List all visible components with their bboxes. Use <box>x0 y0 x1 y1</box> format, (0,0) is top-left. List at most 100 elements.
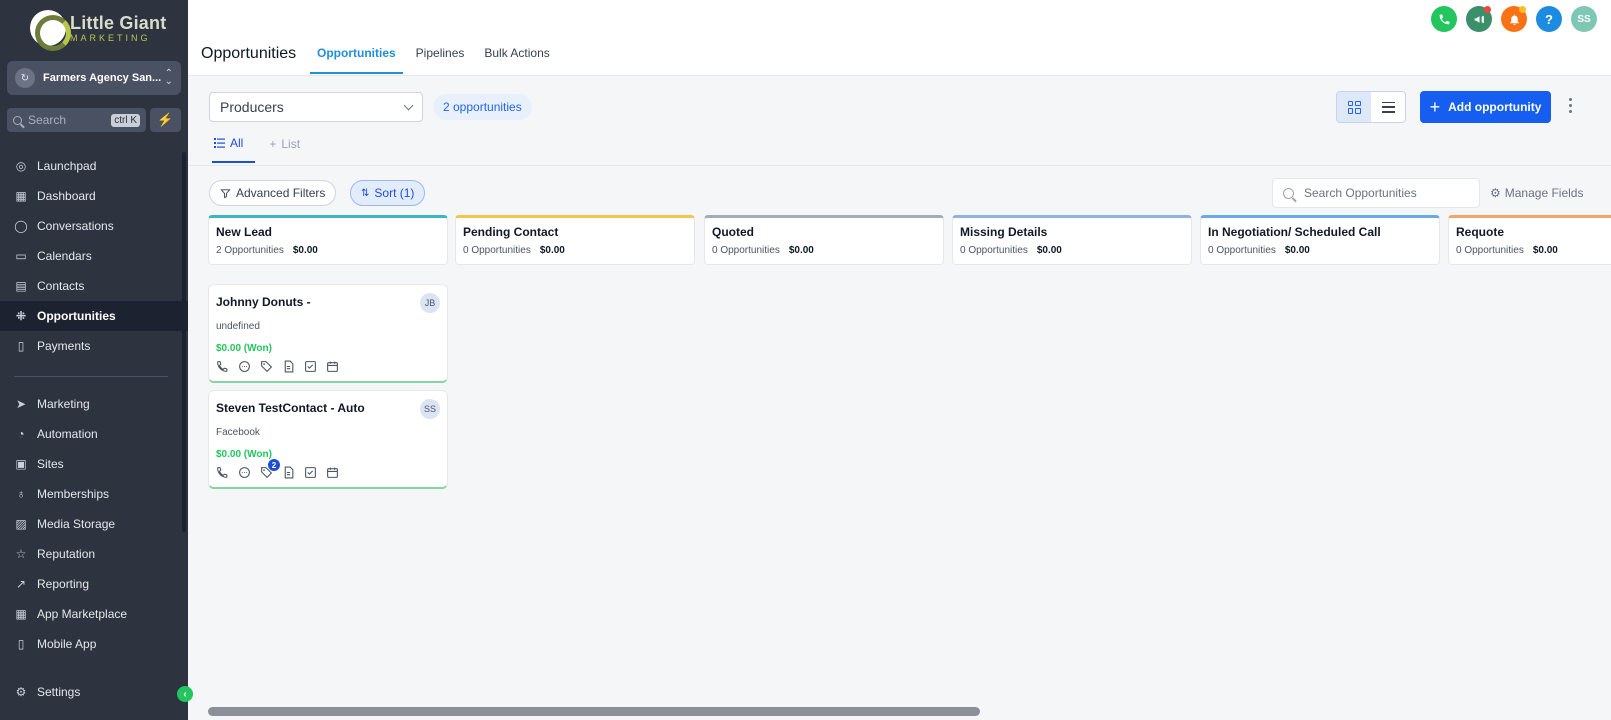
sidebar-item-dashboard[interactable]: ▦ Dashboard <box>0 181 188 211</box>
announcements-button[interactable] <box>1466 6 1492 32</box>
sidebar-item-memberships[interactable]: ♁ Memberships <box>0 479 188 509</box>
note-icon[interactable] <box>282 466 295 479</box>
list-view-button[interactable] <box>1371 92 1405 122</box>
gear-icon: ⚙ <box>1490 186 1501 200</box>
phone-icon[interactable] <box>216 360 229 373</box>
tab-bulk-actions[interactable]: Bulk Actions <box>477 38 556 74</box>
membership-icon: ♁ <box>16 487 26 501</box>
assignee-avatar[interactable]: SS <box>420 399 440 419</box>
sidebar-item-calendars[interactable]: ▭ Calendars <box>0 241 188 271</box>
pipeline-board: New Lead 2 Opportunities $0.00 Pending Co… <box>208 215 1611 675</box>
quick-actions-button[interactable]: ⚡ <box>150 108 181 132</box>
agency-switcher[interactable]: ↻ Farmers Agency San... ⌃ ⌄ <box>7 61 181 95</box>
task-icon[interactable] <box>304 360 317 373</box>
sidebar-item-opportunities[interactable]: ⁜ Opportunities <box>0 301 188 331</box>
search-opportunities-input[interactable]: Search Opportunities <box>1272 178 1480 208</box>
stage-column-header[interactable]: Pending Contact 0 Opportunities $0.00 <box>455 215 695 265</box>
opportunity-card[interactable]: Steven TestContact - Auto SS Facebook $0… <box>208 390 448 489</box>
chevron-down-icon <box>403 100 414 111</box>
task-icon[interactable] <box>304 466 317 479</box>
sidebar-item-contacts[interactable]: ▤ Contacts <box>0 271 188 301</box>
sidebar-search-input[interactable]: Search ctrl K <box>7 108 146 132</box>
agency-name: Farmers Agency San... <box>43 72 162 84</box>
user-avatar[interactable]: SS <box>1571 6 1597 32</box>
list-icon <box>214 138 225 148</box>
opportunities-icon: ⁜ <box>15 309 27 323</box>
apps-icon: ▦ <box>15 607 27 621</box>
tab-add-list[interactable]: + List <box>269 136 300 163</box>
payments-icon: ▯ <box>17 339 25 353</box>
plus-icon: + <box>269 137 277 151</box>
sidebar-item-settings[interactable]: ⚙ Settings <box>0 677 188 707</box>
stage-column-header[interactable]: In Negotiation/ Scheduled Call 0 Opportu… <box>1200 215 1440 265</box>
appointment-icon[interactable] <box>326 360 339 373</box>
stage-column-header[interactable]: Requote 0 Opportunities $0.00 <box>1448 215 1611 265</box>
note-icon[interactable] <box>282 360 295 373</box>
chat-icon: ◯ <box>14 219 28 233</box>
logo-mark-icon <box>30 10 71 51</box>
sidebar-item-marketing[interactable]: ➤ Marketing <box>0 389 188 419</box>
opportunity-title: Steven TestContact - Auto <box>216 401 365 415</box>
tab-opportunities[interactable]: Opportunities <box>310 38 403 74</box>
sidebar-item-reputation[interactable]: ☆ Reputation <box>0 539 188 569</box>
sort-button[interactable]: ⇅ Sort (1) <box>350 180 426 206</box>
sidebar-item-conversations[interactable]: ◯ Conversations <box>0 211 188 241</box>
board-view-button[interactable] <box>1337 92 1371 122</box>
phone-icon[interactable] <box>216 466 229 479</box>
sidebar-item-automation[interactable]: ◔ Automation <box>0 419 188 449</box>
appointment-icon[interactable] <box>326 466 339 479</box>
chevron-left-icon: ‹ <box>183 688 187 700</box>
assignee-avatar[interactable]: JB <box>420 293 440 313</box>
phone-icon <box>1439 14 1449 24</box>
stage-column-header[interactable]: New Lead 2 Opportunities $0.00 <box>208 215 448 265</box>
search-icon <box>13 115 22 125</box>
opportunity-source: Facebook <box>216 427 260 438</box>
opportunity-card[interactable]: Johnny Donuts - JB undefined $0.00 (Won) <box>208 284 448 383</box>
help-icon: ? <box>1545 11 1553 27</box>
sidebar-item-mobile-app[interactable]: ▯ Mobile App <box>0 629 188 659</box>
search-shortcut-badge: ctrl K <box>111 113 140 127</box>
tab-pipelines[interactable]: Pipelines <box>409 38 472 74</box>
tab-all[interactable]: All <box>212 136 256 163</box>
notifications-button[interactable] <box>1501 6 1527 32</box>
stage-count: 2 Opportunities <box>216 245 284 256</box>
chart-icon: ↗ <box>15 577 27 591</box>
advanced-filters-button[interactable]: Advanced Filters <box>209 180 337 206</box>
brand-name: Little Giant <box>70 12 167 33</box>
stage-title: In Negotiation/ Scheduled Call <box>1208 225 1381 239</box>
sidebar-item-sites[interactable]: ▣ Sites <box>0 449 188 479</box>
collapse-sidebar-button[interactable]: ‹ <box>177 686 193 702</box>
message-icon[interactable] <box>238 466 251 479</box>
header-tabs: Opportunities Pipelines Bulk Actions <box>310 38 563 74</box>
brand-logo[interactable]: Little Giant MARKETING <box>30 10 167 51</box>
tag-icon[interactable]: 2 <box>260 459 280 479</box>
phone-button[interactable] <box>1431 6 1457 32</box>
rocket-icon: ◎ <box>15 159 27 173</box>
more-options-icon[interactable] <box>1569 98 1572 113</box>
stage-column-header[interactable]: Quoted 0 Opportunities $0.00 <box>704 215 944 265</box>
sidebar-scrollbar[interactable] <box>182 152 186 532</box>
help-button[interactable]: ? <box>1536 6 1562 32</box>
sidebar: Little Giant MARKETING ↻ Farmers Agency … <box>0 0 193 720</box>
tag-icon[interactable] <box>260 360 273 373</box>
opportunity-value: $0.00 (Won) <box>216 449 272 460</box>
sidebar-item-launchpad[interactable]: ◎ Launchpad <box>0 151 188 181</box>
sidebar-item-media-storage[interactable]: ▨ Media Storage <box>0 509 188 539</box>
sidebar-item-payments[interactable]: ▯ Payments <box>0 331 188 361</box>
message-icon[interactable] <box>238 360 251 373</box>
lightning-icon: ⚡ <box>157 112 174 127</box>
sidebar-item-reporting[interactable]: ↗ Reporting <box>0 569 188 599</box>
megaphone-icon <box>1474 15 1484 23</box>
stage-title: Missing Details <box>960 225 1048 239</box>
board-horizontal-scrollbar[interactable] <box>208 707 980 716</box>
stage-title: Pending Contact <box>463 225 559 239</box>
stage-title: Quoted <box>712 225 754 239</box>
sidebar-item-app-marketplace[interactable]: ▦ App Marketplace <box>0 599 188 629</box>
manage-fields-button[interactable]: ⚙ Manage Fields <box>1490 186 1583 200</box>
pipeline-select[interactable]: Producers <box>209 92 423 122</box>
stage-value: $0.00 <box>1284 245 1310 256</box>
stage-column-header[interactable]: Missing Details 0 Opportunities $0.00 <box>952 215 1192 265</box>
stage-value: $0.00 <box>1036 245 1062 256</box>
add-opportunity-button[interactable]: + Add opportunity <box>1420 91 1551 123</box>
stage-count: 0 Opportunities <box>1456 245 1524 256</box>
